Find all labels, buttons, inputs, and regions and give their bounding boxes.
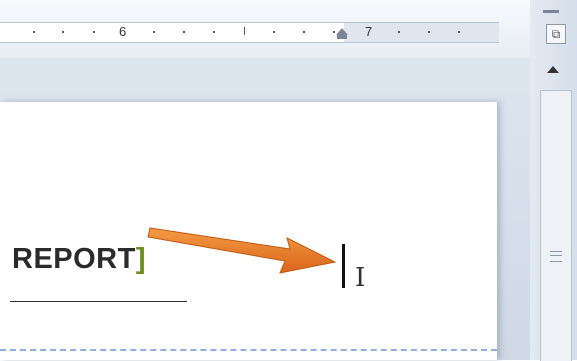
vertical-scrollbar-area: ⧉	[530, 0, 577, 361]
ruler-tick	[458, 31, 460, 33]
ruler-tick	[62, 31, 64, 33]
orange-arrow-icon	[147, 227, 337, 274]
ruler-tick	[93, 31, 95, 33]
ruler-tick	[333, 31, 335, 33]
ruler-tick	[153, 31, 155, 33]
ruler-tick	[33, 31, 35, 33]
ruler-tick	[273, 31, 275, 33]
ruler-tick	[213, 31, 215, 33]
page-break-dashed-line	[0, 349, 497, 351]
ruler-area: 6 7	[0, 0, 530, 58]
ruler-tick	[428, 31, 430, 33]
ruler-half-mark	[244, 27, 245, 35]
ruler-tick	[398, 31, 400, 33]
text-cursor	[342, 244, 345, 288]
ruler-number-7: 7	[365, 24, 373, 39]
right-indent-marker-icon[interactable]	[336, 28, 348, 35]
heading-underline	[10, 301, 187, 302]
ruler-tick	[183, 31, 185, 33]
scroll-thumb[interactable]	[540, 90, 572, 361]
view-ruler-button[interactable]: ⧉	[546, 24, 566, 44]
ibeam-cursor-icon: I	[355, 263, 366, 293]
split-handle[interactable]	[543, 10, 559, 13]
right-indent-base[interactable]	[337, 35, 347, 39]
document-heading[interactable]: REPORT]	[12, 243, 146, 276]
view-ruler-icon: ⧉	[551, 27, 561, 41]
ruler-tick	[303, 31, 305, 33]
heading-text: REPORT	[12, 243, 136, 275]
scroll-grip-icon	[550, 251, 562, 262]
scroll-up-arrow-icon[interactable]	[547, 66, 559, 73]
ruler-number-6: 6	[119, 24, 127, 39]
